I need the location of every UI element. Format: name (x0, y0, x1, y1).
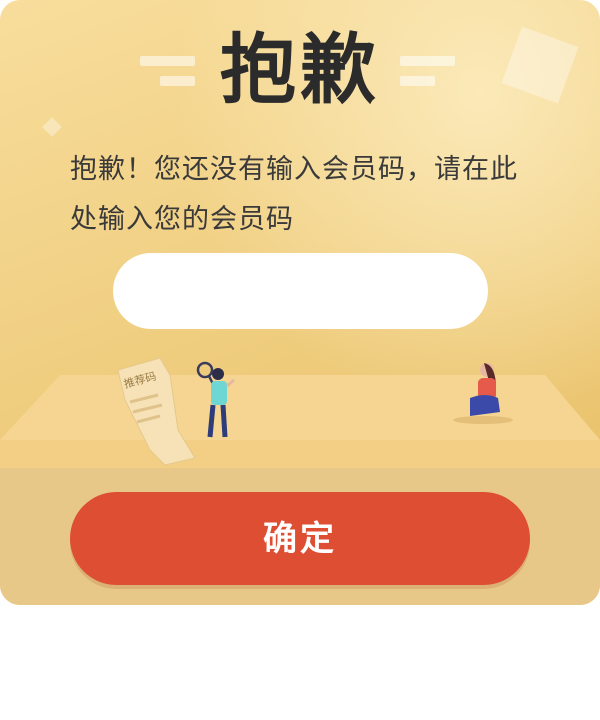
member-code-input[interactable] (113, 253, 488, 329)
dialog-message: 抱歉！您还没有输入会员码，请在此处输入您的会员码 (70, 154, 518, 235)
illustration: 推荐码 (0, 357, 600, 475)
dialog-card: 抱歉 抱歉！您还没有输入会员码，请在此处输入您的会员码 推荐码 确定 (0, 0, 600, 605)
sparkle-shape (42, 117, 62, 137)
title-area: 抱歉 (0, 20, 600, 120)
dialog-title: 抱歉 (220, 25, 380, 114)
confirm-button[interactable]: 确定 (70, 492, 530, 585)
